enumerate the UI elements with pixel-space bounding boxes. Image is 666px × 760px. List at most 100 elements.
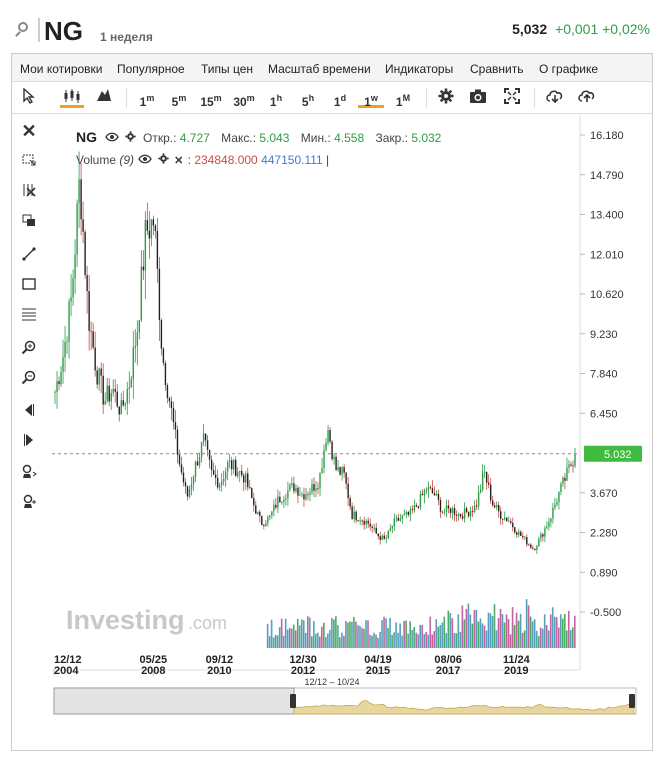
interval-30m[interactable]: 30m <box>230 88 258 109</box>
volume-bar <box>447 610 450 648</box>
candle-body <box>184 482 187 487</box>
area-chart-icon[interactable] <box>94 88 114 108</box>
magnet-icon[interactable] <box>20 464 38 482</box>
navigator-handle-left[interactable] <box>290 694 296 708</box>
navigator-handle-right[interactable] <box>629 694 635 708</box>
delete-drawings-icon[interactable] <box>20 182 38 200</box>
interval-5m[interactable]: 5m <box>168 88 190 109</box>
volume-bar <box>310 636 313 648</box>
candle-body <box>323 449 325 469</box>
zoom-in-icon[interactable] <box>20 340 38 358</box>
candle-body <box>524 537 526 538</box>
navigator[interactable] <box>52 686 652 718</box>
fibonacci-icon[interactable] <box>20 306 38 324</box>
interval-1w[interactable]: 1w <box>358 88 384 109</box>
zoom-out-icon[interactable] <box>20 370 38 388</box>
volume-bar <box>487 612 490 648</box>
clone-icon[interactable] <box>20 212 38 230</box>
select-tool-icon[interactable] <box>20 152 38 170</box>
volume-bar <box>571 627 574 648</box>
candle-body <box>138 320 141 333</box>
cursor-settings-icon[interactable] <box>20 494 38 512</box>
volume-bar <box>531 621 534 648</box>
candle-body <box>70 297 72 302</box>
fullscreen-icon[interactable] <box>502 88 522 108</box>
volume-bar <box>459 631 462 648</box>
candle-body <box>269 515 271 517</box>
candle-body <box>206 440 209 450</box>
eye-icon[interactable] <box>105 132 120 145</box>
cursor-icon[interactable] <box>20 87 38 108</box>
cloud-download-icon[interactable] <box>544 88 566 108</box>
camera-icon[interactable] <box>468 88 488 108</box>
interval-1M[interactable]: 1M <box>392 88 414 109</box>
price-chart[interactable]: Investing .com 16.180 14.790 13.400 12.010 1… <box>52 115 652 677</box>
candlestick-icon[interactable] <box>60 88 84 108</box>
gear-icon[interactable] <box>436 88 456 108</box>
price-change: +0,001 <box>555 21 599 37</box>
volume-bar <box>278 627 281 648</box>
candle-body <box>359 520 361 522</box>
divider <box>38 18 40 42</box>
cloud-upload-icon[interactable] <box>576 88 598 108</box>
volume-bar <box>503 622 506 648</box>
candle-body <box>500 511 502 519</box>
interval-1h[interactable]: 1h <box>266 88 286 109</box>
x-tick-year: 2008 <box>141 665 165 675</box>
candle-body <box>110 393 112 402</box>
search-icon[interactable] <box>14 20 34 40</box>
interval-5h[interactable]: 5h <box>298 88 318 109</box>
candle-body <box>367 520 369 524</box>
volume-bar <box>385 618 387 648</box>
menu-time-scale[interactable]: Масштаб времени <box>268 62 371 76</box>
menu-about-chart[interactable]: О графике <box>539 62 598 76</box>
candle-body <box>277 496 279 508</box>
candle-body <box>239 470 241 473</box>
trendline-icon[interactable] <box>20 246 38 264</box>
interval-1d[interactable]: 1d <box>330 88 350 109</box>
candle-body <box>271 511 273 516</box>
plot-area <box>52 115 580 670</box>
close-icon[interactable]: ✕ <box>174 154 183 167</box>
navigator-mask <box>53 687 295 715</box>
close-icon[interactable]: ✕ <box>20 122 38 140</box>
volume-bar <box>457 614 460 648</box>
scroll-left-icon[interactable] <box>20 402 38 420</box>
volume-bar <box>333 619 335 648</box>
volume-bar <box>455 633 458 648</box>
menu-compare[interactable]: Сравнить <box>470 62 523 76</box>
candle-body <box>411 509 414 511</box>
chart-svg[interactable]: Investing .com 16.18014.79013.40012.0101… <box>52 115 652 677</box>
scroll-right-icon[interactable] <box>20 432 38 450</box>
candle-body <box>445 505 448 512</box>
candle-body <box>100 368 102 376</box>
candle-body <box>58 381 60 385</box>
volume-bar <box>304 632 307 648</box>
volume-bar <box>403 620 405 648</box>
high-value: 5.043 <box>259 131 290 145</box>
interval-1m[interactable]: 1m <box>136 88 158 109</box>
candle-body <box>166 385 169 399</box>
candle-body <box>243 475 245 483</box>
candle-body <box>483 472 486 473</box>
candle-body <box>68 301 70 342</box>
candle-body <box>76 203 78 255</box>
navigator-svg[interactable] <box>52 686 652 718</box>
volume-bar <box>339 637 341 648</box>
menu-popular[interactable]: Популярное <box>117 62 185 76</box>
volume-bar <box>507 619 510 648</box>
volume-bar <box>465 608 468 648</box>
eye-icon[interactable] <box>138 154 153 167</box>
menu-indicators[interactable]: Индикаторы <box>385 62 453 76</box>
gear-icon[interactable] <box>158 153 169 167</box>
x-tick-year: 2019 <box>504 665 528 675</box>
menu-my-quotes[interactable]: Мои котировки <box>20 62 103 76</box>
y-tick-label: 10.620 <box>590 289 624 301</box>
rectangle-icon[interactable] <box>20 276 38 294</box>
gear-icon[interactable] <box>125 131 136 145</box>
divider <box>126 88 127 108</box>
interval-15m[interactable]: 15m <box>198 88 224 109</box>
candle-body <box>564 477 566 481</box>
candle-body <box>506 517 508 522</box>
menu-price-types[interactable]: Типы цен <box>201 62 253 76</box>
